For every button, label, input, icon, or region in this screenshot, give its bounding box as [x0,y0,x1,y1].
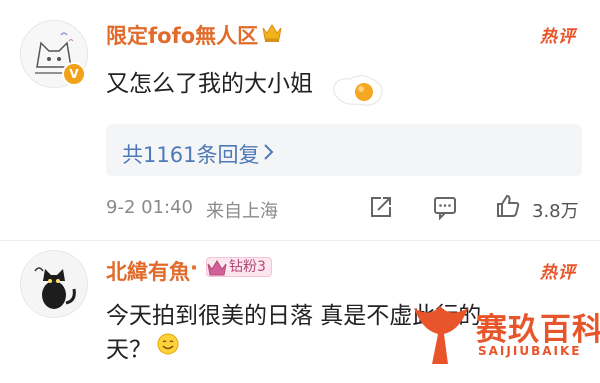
crown-badge-icon [207,260,227,276]
username-1[interactable]: 限定fofo無人区 [106,20,258,50]
comment-icon[interactable] [432,194,458,224]
crown-badge-icon [260,20,284,48]
comment-text-1: 又怎么了我的大小姐 [106,71,313,97]
share-icon[interactable] [368,194,394,224]
watermark-title: 赛玖百科 [476,312,600,348]
username-2[interactable]: 北緯有魚 [106,256,190,286]
comment-divider [0,240,600,241]
hot-comment-label: 热评 [540,27,576,47]
comment-text-2-line2: 天？ [106,337,152,363]
verified-badge-icon: V [62,62,86,86]
whale-tail-logo-icon [414,306,468,364]
like-thumb-icon[interactable] [494,192,522,224]
smile-emoji-icon [156,332,180,360]
like-count: 3.8万 [532,201,579,222]
watermark-subtitle: SAIJIUBAIKE [478,344,582,358]
fan-badge[interactable]: 钻粉3 [206,256,272,277]
chevron-right-icon [262,142,276,166]
avatar-user-2[interactable] [20,250,88,318]
fried-egg-icon [328,70,388,114]
hot-comment-label-2: 热评 [540,263,576,283]
reply-count-link[interactable]: 共1161条回复 [122,139,259,169]
black-cat-avatar-icon [21,251,87,317]
comment-location: 来自上海 [206,201,278,222]
comment-date: 9-2 01:40 [106,197,193,218]
name-separator: · [190,256,198,280]
watermark-logo: 赛玖百科 SAIJIUBAIKE [400,292,600,383]
